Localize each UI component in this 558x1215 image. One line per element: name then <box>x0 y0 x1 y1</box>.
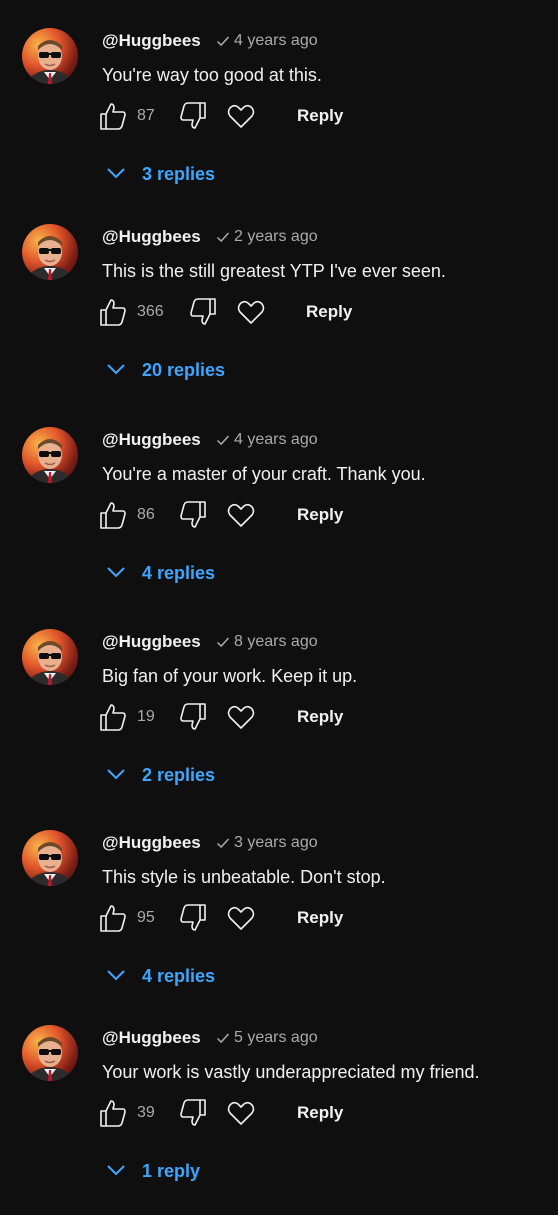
reply-button[interactable]: Reply <box>297 499 343 531</box>
comment-text: You're a master of your craft. Thank you… <box>102 464 426 484</box>
checkmark-icon <box>215 634 231 650</box>
thumbs-down-icon[interactable] <box>177 902 209 934</box>
like-count: 366 <box>137 303 164 320</box>
comment-author[interactable]: @Huggbees <box>102 429 201 451</box>
comment-timestamp[interactable]: 5 years ago <box>234 1027 318 1049</box>
thumbs-down-icon[interactable] <box>177 499 209 531</box>
avatar[interactable] <box>22 427 78 483</box>
comment-thread: @Huggbees 4 years ago You're way too goo… <box>0 28 558 218</box>
chevron-down-icon <box>104 161 128 185</box>
replies-count: 1 reply <box>142 1161 201 1181</box>
comment-actions: 87 Reply <box>0 100 558 136</box>
comment-timestamp[interactable]: 4 years ago <box>234 429 318 451</box>
avatar[interactable] <box>22 28 78 84</box>
like-count: 86 <box>137 506 155 523</box>
comment-actions: 39 Reply <box>0 1097 558 1133</box>
replies-count: 4 replies <box>142 966 216 986</box>
comment-actions: 95 Reply <box>0 902 558 938</box>
chevron-down-icon <box>104 963 128 987</box>
comment-thread: @Huggbees 4 years ago You're a master of… <box>0 427 558 617</box>
checkmark-icon <box>215 33 231 49</box>
checkmark-icon <box>215 1030 231 1046</box>
avatar[interactable] <box>22 830 78 886</box>
comment-author[interactable]: @Huggbees <box>102 1027 201 1049</box>
like-count: 87 <box>137 107 155 124</box>
comment-thread: @Huggbees 5 years ago Your work is vastl… <box>0 1025 558 1215</box>
view-replies-button[interactable]: 20 replies <box>104 356 225 384</box>
chevron-down-icon <box>104 1158 128 1182</box>
heart-icon[interactable] <box>235 296 267 328</box>
like-count: 95 <box>137 909 155 926</box>
heart-icon[interactable] <box>225 701 257 733</box>
heart-icon[interactable] <box>225 499 257 531</box>
avatar[interactable] <box>22 629 78 685</box>
checkmark-icon <box>215 835 231 851</box>
replies-count: 4 replies <box>142 563 216 583</box>
thumbs-up-icon[interactable] <box>97 902 129 934</box>
like-count: 39 <box>137 1104 155 1121</box>
like-count: 19 <box>137 708 155 725</box>
thumbs-down-icon[interactable] <box>187 296 219 328</box>
comment-actions: 86 Reply <box>0 499 558 535</box>
thumbs-up-icon[interactable] <box>97 499 129 531</box>
comment-text: Big fan of your work. Keep it up. <box>102 666 358 686</box>
reply-button[interactable]: Reply <box>297 100 343 132</box>
reply-button[interactable]: Reply <box>297 902 343 934</box>
checkmark-icon <box>215 432 231 448</box>
thumbs-up-icon[interactable] <box>97 701 129 733</box>
comment-text: This style is unbeatable. Don't stop. <box>102 867 386 887</box>
view-replies-button[interactable]: 1 reply <box>104 1157 200 1185</box>
thumbs-down-icon[interactable] <box>177 701 209 733</box>
comment-timestamp[interactable]: 2 years ago <box>234 226 318 248</box>
comment-text: This is the still greatest YTP I've ever… <box>102 261 446 281</box>
comment-author[interactable]: @Huggbees <box>102 226 201 248</box>
avatar[interactable] <box>22 1025 78 1081</box>
thumbs-up-icon[interactable] <box>97 1097 129 1129</box>
thumbs-up-icon[interactable] <box>97 296 129 328</box>
comment-text: Your work is vastly underappreciated my … <box>102 1062 480 1082</box>
heart-icon[interactable] <box>225 100 257 132</box>
comment-actions: 366 Reply <box>0 296 558 332</box>
comment-text: You're way too good at this. <box>102 65 322 85</box>
replies-count: 20 replies <box>142 360 226 380</box>
chevron-down-icon <box>104 762 128 786</box>
checkmark-icon <box>215 229 231 245</box>
comment-timestamp[interactable]: 3 years ago <box>234 832 318 854</box>
view-replies-button[interactable]: 4 replies <box>104 962 215 990</box>
thumbs-up-icon[interactable] <box>97 100 129 132</box>
chevron-down-icon <box>104 560 128 584</box>
view-replies-button[interactable]: 3 replies <box>104 160 215 188</box>
replies-count: 3 replies <box>142 164 216 184</box>
view-replies-button[interactable]: 2 replies <box>104 761 215 789</box>
thumbs-down-icon[interactable] <box>177 1097 209 1129</box>
comment-author[interactable]: @Huggbees <box>102 631 201 653</box>
avatar[interactable] <box>22 224 78 280</box>
reply-button[interactable]: Reply <box>297 1097 343 1129</box>
thumbs-down-icon[interactable] <box>177 100 209 132</box>
comment-author[interactable]: @Huggbees <box>102 30 201 52</box>
comment-timestamp[interactable]: 4 years ago <box>234 30 318 52</box>
reply-button[interactable]: Reply <box>297 701 343 733</box>
comment-thread: @Huggbees 8 years ago Big fan of your wo… <box>0 629 558 819</box>
heart-icon[interactable] <box>225 902 257 934</box>
view-replies-button[interactable]: 4 replies <box>104 559 215 587</box>
comment-thread: @Huggbees 3 years ago This style is unbe… <box>0 830 558 1020</box>
heart-icon[interactable] <box>225 1097 257 1129</box>
comment-timestamp[interactable]: 8 years ago <box>234 631 318 653</box>
chevron-down-icon <box>104 357 128 381</box>
comment-thread: @Huggbees 2 years ago This is the still … <box>0 224 558 414</box>
replies-count: 2 replies <box>142 765 216 785</box>
reply-button[interactable]: Reply <box>306 296 352 328</box>
comment-actions: 19 Reply <box>0 701 558 737</box>
comment-author[interactable]: @Huggbees <box>102 832 201 854</box>
